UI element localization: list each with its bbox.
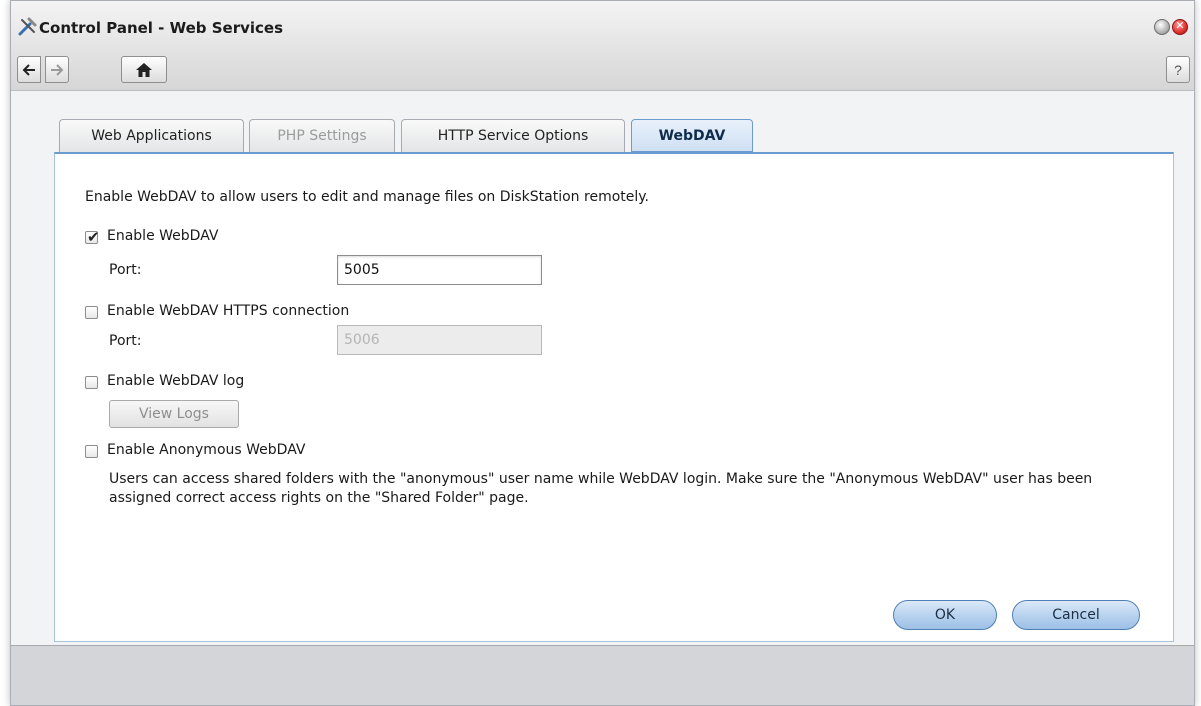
status-bar — [11, 645, 1194, 705]
control-panel-window: Control Panel - Web Services ✕ ? Web App… — [10, 0, 1195, 706]
enable-anonymous-label: Enable Anonymous WebDAV — [107, 442, 306, 458]
intro-text: Enable WebDAV to allow users to edit and… — [85, 189, 649, 205]
checkmark-icon: ✔ — [87, 229, 100, 246]
enable-log-checkbox[interactable] — [85, 376, 98, 389]
title-bar: Control Panel - Web Services ✕ ? — [11, 1, 1194, 91]
tab-webdav[interactable]: WebDAV — [631, 119, 753, 153]
back-arrow-icon — [22, 63, 35, 76]
help-button[interactable]: ? — [1166, 56, 1190, 83]
view-logs-button[interactable]: View Logs — [109, 400, 239, 428]
panel-area: Web Applications PHP Settings HTTP Servi… — [11, 92, 1194, 644]
help-icon: ? — [1174, 61, 1182, 78]
home-button[interactable] — [121, 56, 167, 83]
ok-button[interactable]: OK — [893, 600, 997, 630]
enable-https-checkbox[interactable] — [85, 306, 98, 319]
enable-webdav-label: Enable WebDAV — [107, 228, 219, 244]
enable-webdav-checkbox[interactable]: ✔ — [85, 229, 100, 246]
tab-http-service-options[interactable]: HTTP Service Options — [401, 119, 625, 152]
enable-anonymous-checkbox[interactable] — [85, 445, 98, 458]
tab-php-settings[interactable]: PHP Settings — [249, 119, 395, 152]
anonymous-description: Users can access shared folders with the… — [109, 471, 1093, 506]
cancel-button[interactable]: Cancel — [1012, 600, 1140, 630]
forward-arrow-icon — [51, 63, 64, 76]
enable-https-label: Enable WebDAV HTTPS connection — [107, 303, 350, 319]
webdav-port-input[interactable] — [337, 255, 542, 285]
enable-log-label: Enable WebDAV log — [107, 373, 245, 389]
webdav-settings-panel: Enable WebDAV to allow users to edit and… — [54, 152, 1174, 642]
forward-button[interactable] — [45, 56, 69, 83]
https-port-input[interactable] — [337, 325, 542, 355]
tab-web-applications[interactable]: Web Applications — [59, 119, 244, 152]
https-port-label: Port: — [109, 333, 142, 349]
minimize-icon[interactable] — [1154, 19, 1170, 35]
window-title: Control Panel - Web Services — [39, 19, 284, 37]
home-icon — [136, 62, 152, 77]
close-icon[interactable]: ✕ — [1172, 19, 1188, 35]
tools-icon — [18, 17, 37, 36]
back-button[interactable] — [17, 56, 41, 83]
port-label: Port: — [109, 262, 142, 278]
